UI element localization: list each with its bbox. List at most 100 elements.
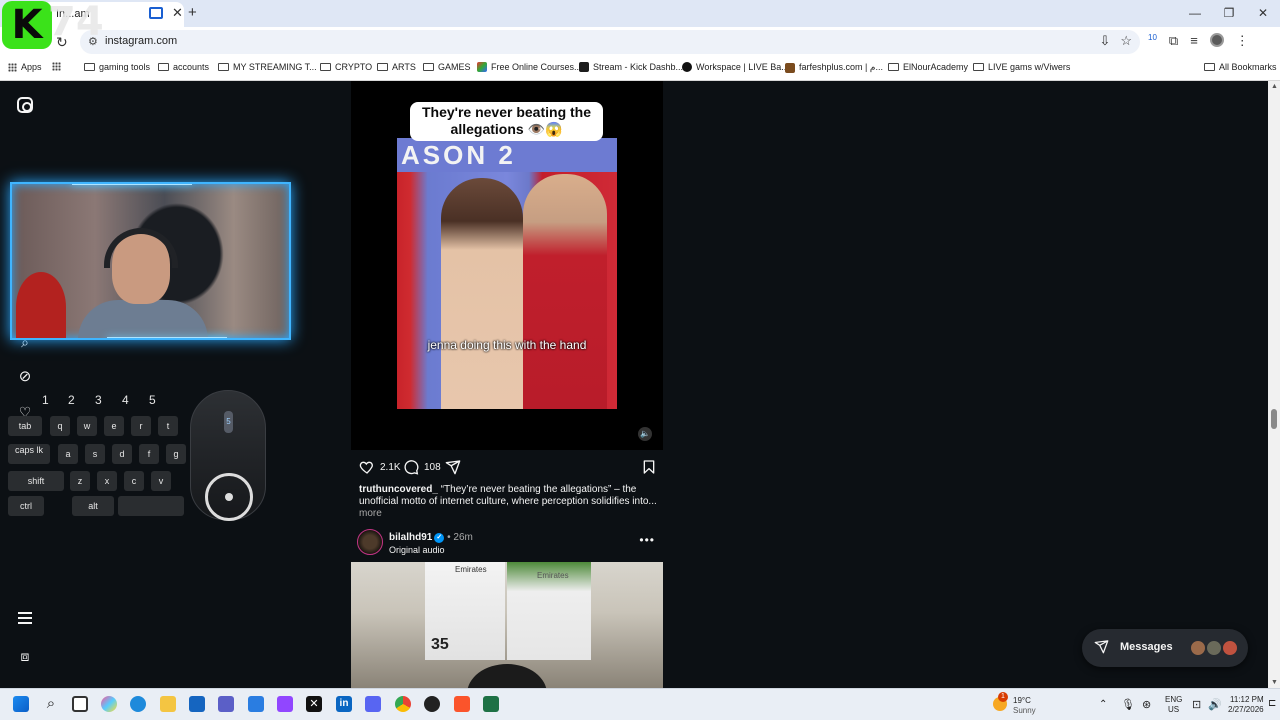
like-button[interactable]: 2.1K [359,459,401,475]
volume-icon[interactable]: 🔊 [1208,698,1222,711]
post-options-icon[interactable]: ••• [639,533,655,547]
post-caption: truthuncovered_ “They’re never beating t… [359,484,659,520]
search-icon[interactable]: ⌕ [43,696,59,712]
network-icon[interactable]: ⊡ [1192,698,1201,711]
omnibox[interactable]: ⚙ instagram.com ⇩ ☆ [80,30,1140,54]
store-icon[interactable] [189,696,205,712]
twitch-icon[interactable] [277,696,293,712]
excel-icon[interactable] [483,696,499,712]
notification-badge: 1 [998,692,1008,702]
also-from-meta-icon[interactable]: ⧈ [16,647,34,665]
chrome-icon[interactable] [395,696,411,712]
restore-button[interactable]: ❐ [1212,0,1246,27]
save-button[interactable] [641,459,657,475]
jersey-sponsor-left: Emirates [455,565,487,574]
channel-number: 74 [48,0,104,45]
bookmark-all-bookmarks[interactable]: All Bookmarks [1204,62,1277,72]
clock-time[interactable]: 11:12 PM [1230,695,1264,704]
reel-frame: ASON 2 jenna doing this with the hand [397,138,617,409]
x-icon[interactable]: ✕ [306,696,322,712]
profile-avatar-icon[interactable] [1209,33,1224,47]
notification-bell-icon[interactable]: ⊏ [1268,698,1276,709]
weather-temp[interactable]: 19°C [1013,696,1031,705]
bookmark-live-games[interactable]: LIVE gams w/Viwers [973,62,1070,72]
bookmark-my-streaming[interactable]: MY STREAMING T... [218,62,317,72]
clock-date[interactable]: 2/27/2026 [1228,705,1264,714]
edge-icon[interactable] [130,696,146,712]
overlay-key-ctrl: ctrl [8,496,44,516]
microphone-icon[interactable]: 🎙 [1121,698,1135,711]
bookmark-games[interactable]: GAMES [423,62,471,72]
overlay-key-5: 5 [149,393,156,407]
discord-icon[interactable] [365,696,381,712]
teams-icon[interactable] [218,696,234,712]
share-icon [445,460,461,475]
start-windows-icon[interactable] [13,696,29,712]
obs-icon[interactable] [424,696,440,712]
share-button[interactable] [445,459,461,475]
tab-media-icon[interactable] [149,7,163,19]
bookmark-arts[interactable]: ARTS [377,62,416,72]
minimize-button[interactable]: — [1178,0,1212,27]
brave-icon[interactable] [454,696,470,712]
outlook-icon[interactable] [248,696,264,712]
post-author-name[interactable]: bilalhd91 [389,532,432,543]
language-eng[interactable]: ENG [1165,695,1182,704]
mute-toggle-icon[interactable]: 🔈 [638,427,652,441]
task-view-icon[interactable] [72,696,88,712]
install-app-icon[interactable]: ⇩ [1099,33,1110,49]
tab-groups-icon[interactable] [52,62,61,71]
caption-more-link[interactable]: more [359,508,382,519]
close-window-button[interactable]: ✕ [1246,0,1280,27]
webcam-glow-bar [72,184,192,185]
explore-compass-icon[interactable]: ⊘ [16,368,34,386]
menu-kebab-icon[interactable]: ⋮ [1236,33,1249,49]
post-username[interactable]: truthuncovered_ [359,484,438,495]
language-us[interactable]: US [1168,705,1179,714]
extension-badge-icon[interactable]: 10 [1148,33,1157,49]
bookmark-elnouracademy[interactable]: ElNourAcademy [888,62,968,72]
scroll-down-icon[interactable]: ▼ [1271,679,1278,686]
weather-desc[interactable]: Sunny [1013,706,1036,715]
bookmark-star-icon[interactable]: ☆ [1120,33,1132,49]
bookmark-accounts[interactable]: accounts [158,62,209,72]
bookmark-apps[interactable]: Apps [8,62,42,72]
folder-icon [377,63,388,71]
overlay-key-space [118,496,184,516]
scroll-up-icon[interactable]: ▲ [1271,83,1278,90]
verified-badge-icon: ✓ [434,533,445,543]
location-icon[interactable]: ⊛ [1142,698,1151,711]
bookmark-gaming-tools[interactable]: gaming tools [84,62,150,72]
file-explorer-icon[interactable] [160,696,176,712]
grid-icon [52,62,61,71]
page-scrollbar[interactable]: ▲ ▼ [1268,81,1280,688]
overlay-key-d: d [112,444,132,464]
comment-button[interactable]: 108 [403,459,441,475]
reel-video[interactable]: ASON 2 jenna doing this with the hand Th… [351,81,663,450]
bookmark-kick-dashboard[interactable]: Stream - Kick Dashb... [579,62,683,72]
tray-overflow-icon[interactable]: ⌃ [1099,699,1107,710]
bookmark-crypto[interactable]: CRYPTO [320,62,372,72]
workspace-favicon-icon [682,62,692,72]
overlay-key-1: 1 [42,393,49,407]
mouse-wheel: 5 [224,411,233,433]
media-controls-icon[interactable]: ≡ [1190,33,1198,49]
more-menu-icon[interactable] [16,609,34,627]
post-image[interactable]: Emirates Emirates 35 [351,562,663,688]
messages-button[interactable]: Messages [1082,629,1248,667]
bookmark-workspace[interactable]: Workspace | LIVE Ba... [682,62,789,72]
instagram-logo-icon[interactable] [17,97,33,113]
avatar[interactable] [357,529,383,555]
copilot-icon[interactable] [101,696,117,712]
extensions-puzzle-icon[interactable]: ⧉ [1169,33,1178,49]
linkedin-icon[interactable]: in [336,696,352,712]
scrollbar-thumb[interactable] [1271,409,1277,429]
post-audio-link[interactable]: Original audio [389,545,445,555]
url-text[interactable]: instagram.com [105,35,177,47]
tab-close-icon[interactable]: ✕ [172,5,183,21]
bookmark-free-courses[interactable]: Free Online Courses... [477,62,582,72]
bookmark-farfeshplus[interactable]: farfeshplus.com | م... [785,62,883,73]
new-tab-button[interactable]: + [188,4,197,21]
post-author: bilalhd91 ✓ • 26m [389,532,473,543]
channel-logo: K 74 [2,0,104,51]
